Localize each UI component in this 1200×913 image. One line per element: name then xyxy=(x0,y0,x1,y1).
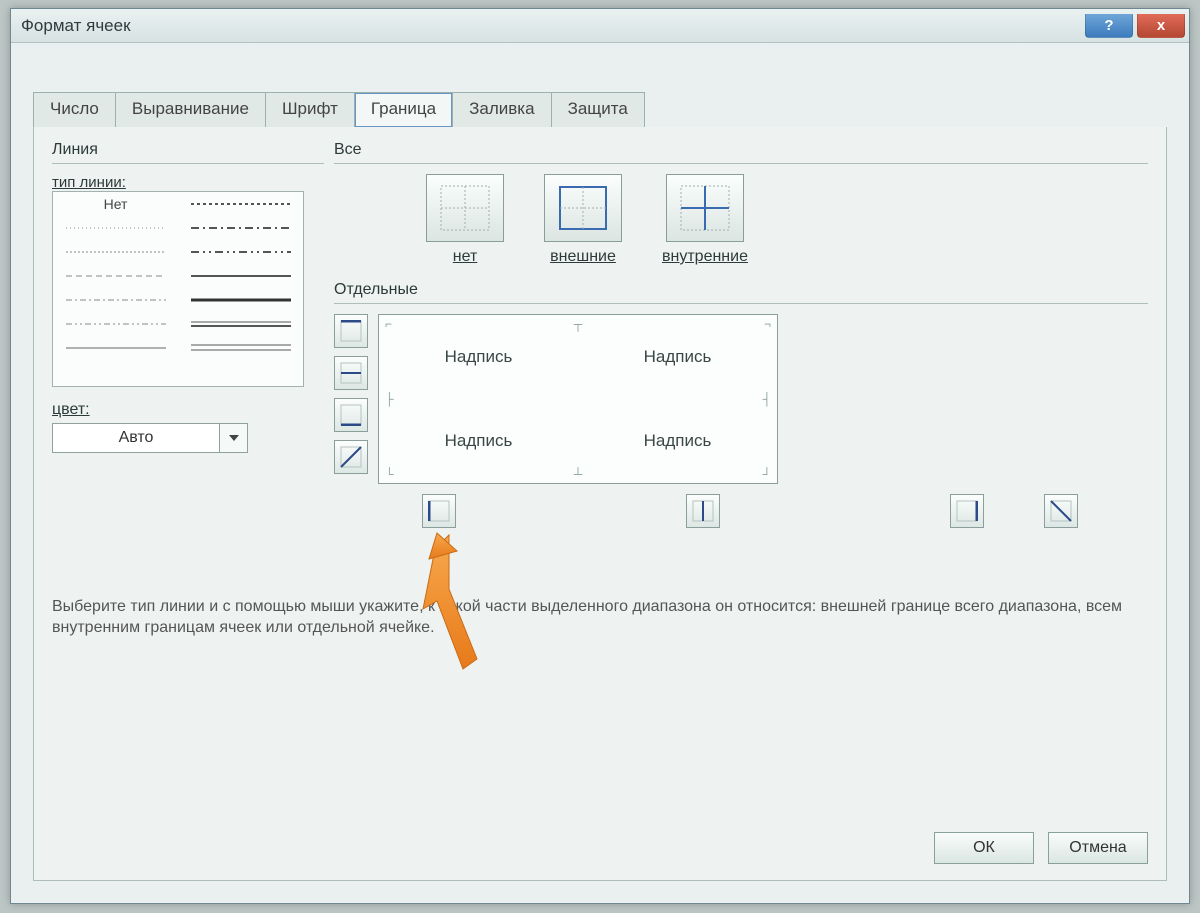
tab-panel-border: Линия тип линии: Нет xyxy=(33,127,1167,881)
dialog-format-cells: Формат ячеек ? х Число Выравнивание Шриф… xyxy=(10,8,1190,904)
border-left-icon xyxy=(428,500,450,522)
line-style-opt[interactable] xyxy=(178,312,303,336)
border-top-icon xyxy=(340,320,362,342)
tab-alignment[interactable]: Выравнивание xyxy=(115,92,266,128)
dropdown-arrow-icon[interactable] xyxy=(220,423,248,453)
line-style-opt[interactable] xyxy=(53,240,178,264)
window-title: Формат ячеек xyxy=(21,16,131,36)
border-preview[interactable]: Надпись Надпись Надпись Надпись ⌐¬ └┘ ┬┴… xyxy=(378,314,778,484)
line-style-opt[interactable] xyxy=(178,288,303,312)
line-style-opt[interactable] xyxy=(53,288,178,312)
tab-font[interactable]: Шрифт xyxy=(265,92,355,128)
border-right-icon xyxy=(956,500,978,522)
preview-cell: Надпись xyxy=(379,399,578,483)
border-top-button[interactable] xyxy=(334,314,368,348)
border-left-button[interactable] xyxy=(422,494,456,528)
line-style-opt[interactable] xyxy=(178,192,303,216)
preset-outline-button[interactable] xyxy=(544,174,622,242)
border-inside-icon xyxy=(680,185,730,231)
line-style-opt[interactable] xyxy=(178,216,303,240)
preview-cell: Надпись xyxy=(379,315,578,399)
border-bottom-icon xyxy=(340,404,362,426)
presets-group-label: Все xyxy=(334,141,1148,159)
border-inside-h-button[interactable] xyxy=(334,356,368,390)
line-style-opt[interactable] xyxy=(53,336,178,360)
help-text: Выберите тип линии и с помощью мыши укаж… xyxy=(52,597,1148,639)
tab-border[interactable]: Граница xyxy=(354,92,453,128)
line-style-opt[interactable] xyxy=(178,240,303,264)
border-insidev-icon xyxy=(692,500,714,522)
titlebar: Формат ячеек ? х xyxy=(11,9,1189,43)
border-diag-up-button[interactable] xyxy=(334,440,368,474)
preset-none-button[interactable] xyxy=(426,174,504,242)
preset-inside-button[interactable] xyxy=(666,174,744,242)
border-none-icon xyxy=(440,185,490,231)
individual-group-label: Отдельные xyxy=(334,281,1148,299)
border-outline-icon xyxy=(558,185,608,231)
tab-fill[interactable]: Заливка xyxy=(452,92,551,128)
help-button[interactable]: ? xyxy=(1085,14,1133,38)
border-inside-v-button[interactable] xyxy=(686,494,720,528)
close-button[interactable]: х xyxy=(1137,14,1185,38)
line-color-picker[interactable]: Авто xyxy=(52,423,248,453)
presets-section: Все нет xyxy=(334,141,1148,266)
line-group-label: Линия xyxy=(52,141,324,159)
line-style-opt[interactable] xyxy=(178,264,303,288)
border-bottom-button[interactable] xyxy=(334,398,368,432)
tabstrip: Число Выравнивание Шрифт Граница Заливка… xyxy=(33,91,1167,128)
border-insideh-icon xyxy=(340,362,362,384)
preset-inside-label: внутренние xyxy=(662,248,748,266)
border-right-button[interactable] xyxy=(950,494,984,528)
tab-number[interactable]: Число xyxy=(33,92,116,128)
ok-button[interactable]: ОК xyxy=(934,832,1034,864)
tab-protection[interactable]: Защита xyxy=(551,92,645,128)
line-style-opt[interactable] xyxy=(53,312,178,336)
preview-cell: Надпись xyxy=(578,399,777,483)
line-color-value: Авто xyxy=(52,423,220,453)
border-diagdown-icon xyxy=(1050,500,1072,522)
individual-section: Отдельные xyxy=(334,281,1148,528)
preview-cell: Надпись xyxy=(578,315,777,399)
line-style-opt[interactable] xyxy=(53,264,178,288)
line-style-label: тип линии: xyxy=(52,174,324,191)
line-color-label: цвет: xyxy=(52,401,324,419)
cancel-button[interactable]: Отмена xyxy=(1048,832,1148,864)
line-style-picker[interactable]: Нет xyxy=(52,191,304,387)
preset-outline-label: внешние xyxy=(550,248,616,266)
line-style-opt[interactable] xyxy=(53,216,178,240)
border-diag-down-button[interactable] xyxy=(1044,494,1078,528)
border-diagup-icon xyxy=(340,446,362,468)
preset-none-label: нет xyxy=(453,248,478,266)
line-section: Линия тип линии: Нет xyxy=(52,141,324,453)
line-style-opt[interactable] xyxy=(178,336,303,360)
line-style-none[interactable]: Нет xyxy=(53,192,178,216)
